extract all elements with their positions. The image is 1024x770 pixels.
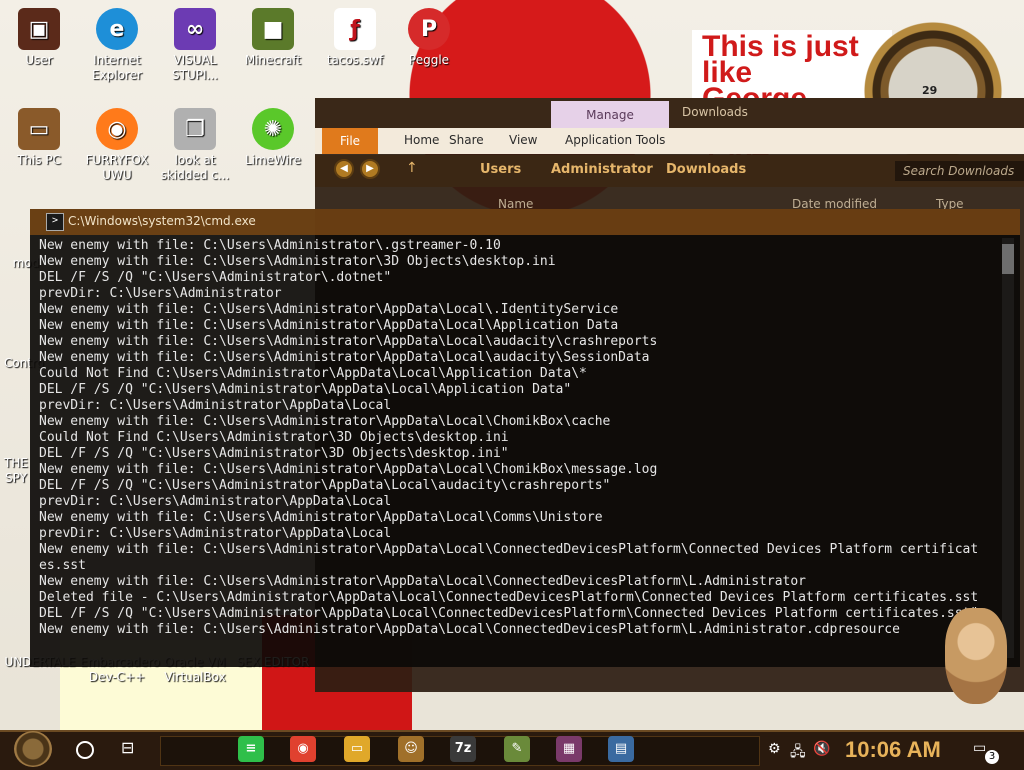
user-folder-icon: ▣ (18, 8, 60, 50)
cmd-output-line: New enemy with file: C:\Users\Administra… (39, 414, 611, 429)
notepad-icon[interactable]: ✎ (504, 736, 530, 762)
file-explorer-icon[interactable]: ▭ (344, 736, 370, 762)
edge-icon: e (96, 8, 138, 50)
task-view-icon[interactable]: ⊟ (121, 738, 134, 757)
cmd-output-line: DEL /F /S /Q "C:\Users\Administrator\.do… (39, 270, 392, 285)
winrar-icon[interactable]: ▦ (556, 736, 582, 762)
ribbon-tab-application-tools[interactable]: Application Tools (565, 133, 665, 147)
cmd-output-line: New enemy with file: C:\Users\Administra… (39, 542, 979, 557)
cmd-output-line: New enemy with file: C:\Users\Administra… (39, 462, 658, 477)
breadcrumb-users[interactable]: Users (480, 162, 521, 177)
desktop-icon-limewire[interactable]: ✺ LimeWire (236, 108, 310, 168)
ribbon-tab-view[interactable]: View (509, 133, 537, 147)
up-arrow-icon[interactable]: ↑ (406, 160, 418, 176)
breadcrumb-administrator[interactable]: Administrator (551, 162, 653, 177)
breadcrumb-downloads[interactable]: Downloads (666, 162, 746, 177)
back-arrow-icon[interactable]: ◀ (334, 159, 354, 179)
cmd-title: C:\Windows\system32\cmd.exe (68, 214, 256, 228)
cmd-output-line: prevDir: C:\Users\Administrator (39, 286, 282, 301)
cmd-output-line: DEL /F /S /Q "C:\Users\Administrator\3D … (39, 446, 509, 461)
cmd-output-line: New enemy with file: C:\Users\Administra… (39, 510, 603, 525)
cmd-output-line: New enemy with file: C:\Users\Administra… (39, 622, 900, 637)
cmd-output-line: New enemy with file: C:\Users\Administra… (39, 238, 501, 253)
explorer-titlebar[interactable] (315, 98, 1024, 128)
cmd-scrollbar[interactable] (1002, 238, 1014, 658)
peggle-icon: P (408, 8, 450, 50)
window-app-icon[interactable]: ▤ (608, 736, 634, 762)
cmd-output-line: DEL /F /S /Q "C:\Users\Administrator\App… (39, 606, 979, 621)
cmd-output-line: New enemy with file: C:\Users\Administra… (39, 334, 658, 349)
chrome-icon[interactable]: ◉ (290, 736, 316, 762)
cmd-output-line: prevDir: C:\Users\Administrator\AppData\… (39, 494, 392, 509)
limewire-icon: ✺ (252, 108, 294, 150)
chomikbox-icon[interactable]: ☺ (398, 736, 424, 762)
clock-face-number: 29 (922, 84, 938, 97)
volume-muted-icon[interactable]: 🔇 (813, 741, 830, 757)
firefox-icon: ◉ (96, 108, 138, 150)
tab-manage[interactable]: Manage (551, 101, 669, 129)
tray-overflow-icon[interactable]: ⚙ (768, 741, 781, 757)
cmd-scrollbar-thumb[interactable] (1002, 244, 1014, 274)
network-icon[interactable]: 🖧 (790, 741, 806, 765)
flash-file-icon: ƒ (334, 8, 376, 50)
notification-count-badge: 3 (985, 750, 999, 764)
forward-arrow-icon[interactable]: ▶ (360, 159, 380, 179)
cmd-output: New enemy with file: C:\Users\Administra… (39, 238, 1004, 638)
ribbon-tab-file[interactable]: File (322, 128, 378, 154)
windows-stack-icon: ❐ (174, 108, 216, 150)
search-input[interactable]: Search Downloads (895, 161, 1024, 181)
desktop-icon-user[interactable]: ▣ User (2, 8, 76, 68)
7zip-icon[interactable]: 7z (450, 736, 476, 762)
window-title-downloads: Downloads (682, 105, 748, 119)
minecraft-icon: ■ (252, 8, 294, 50)
cmd-output-line: New enemy with file: C:\Users\Administra… (39, 254, 556, 269)
desktop-icon-look-at-skidded[interactable]: ❐ look at skidded c... (158, 108, 232, 183)
desktop-icon-visual-studio[interactable]: ∞ VISUAL STUPI... (158, 8, 232, 83)
cmd-output-line: Deleted file - C:\Users\Administrator\Ap… (39, 590, 979, 605)
cmd-output-line: prevDir: C:\Users\Administrator\AppData\… (39, 398, 392, 413)
desktop-icon-minecraft[interactable]: ■ Minecraft (236, 8, 310, 68)
chat-app-icon[interactable]: ≡ (238, 736, 264, 762)
ribbon-tab-home[interactable]: Home (404, 133, 439, 147)
visual-studio-icon: ∞ (174, 8, 216, 50)
desktop-icon-furryfox[interactable]: ◉ FURRYFOX UWU (80, 108, 154, 183)
cmd-output-line: DEL /F /S /Q "C:\Users\Administrator\App… (39, 478, 611, 493)
cmd-app-icon: > (46, 213, 64, 231)
desktop-icon-tacos-swf[interactable]: ƒ tacos.swf (318, 8, 392, 68)
ribbon-tab-share[interactable]: Share (449, 133, 484, 147)
desktop-icon-internet-explorer[interactable]: e Internet Explorer (80, 8, 154, 83)
this-pc-icon: ▭ (18, 108, 60, 150)
desktop-icon-peggle[interactable]: P Peggle (392, 8, 466, 68)
cmd-output-line: Could Not Find C:\Users\Administrator\3D… (39, 430, 509, 445)
desktop-icon-this-pc[interactable]: ▭ This PC (2, 108, 76, 168)
hamster-sticker (945, 608, 1007, 704)
cortana-icon[interactable] (76, 741, 94, 759)
cmd-output-line: New enemy with file: C:\Users\Administra… (39, 302, 619, 317)
cmd-output-line: DEL /F /S /Q "C:\Users\Administrator\App… (39, 382, 572, 397)
cmd-output-line: es.sst (39, 558, 86, 573)
start-button[interactable] (14, 731, 52, 767)
cmd-output-line: New enemy with file: C:\Users\Administra… (39, 574, 807, 589)
taskbar-clock[interactable]: 10:06 AM (845, 737, 941, 763)
cmd-output-line: New enemy with file: C:\Users\Administra… (39, 318, 619, 333)
cmd-output-line: prevDir: C:\Users\Administrator\AppData\… (39, 526, 392, 541)
cmd-output-line: New enemy with file: C:\Users\Administra… (39, 350, 650, 365)
cmd-output-line: Could Not Find C:\Users\Administrator\Ap… (39, 366, 587, 381)
explorer-ribbon: Home Share View Application Tools (315, 128, 1024, 154)
